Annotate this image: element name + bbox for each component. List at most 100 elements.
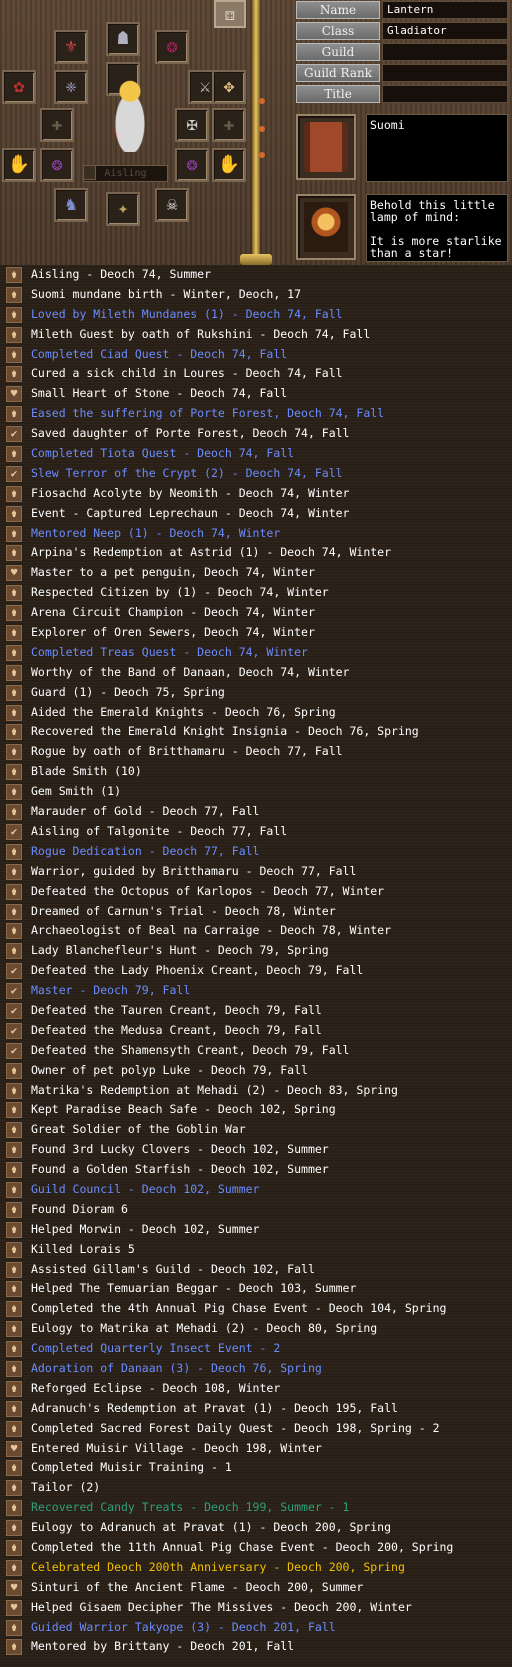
wings-left-slot[interactable]: ❈: [54, 70, 88, 104]
legend-row[interactable]: ⚱ Rogue by oath of Britthamaru - Deoch 77…: [0, 742, 512, 762]
legend-row[interactable]: ♥ Helped Gisaem Decipher The Missives - D…: [0, 1598, 512, 1618]
rose-slot[interactable]: ✿: [2, 70, 36, 104]
ring-left-slot[interactable]: ❂: [155, 30, 189, 64]
legend-row[interactable]: ⚱ Fiosachd Acolyte by Neomith - Deoch 74,…: [0, 484, 512, 504]
legend-row[interactable]: ⚱ Guild Council - Deoch 102, Summer: [0, 1180, 512, 1200]
top-right-button[interactable]: ⚃: [214, 0, 246, 28]
legend-row[interactable]: ⚱ Cured a sick child in Loures - Deoch 74…: [0, 364, 512, 384]
accessory-slot[interactable]: ☠: [155, 188, 189, 222]
helmet-slot[interactable]: ☗: [106, 22, 140, 56]
legend-row[interactable]: ♥ Master to a pet penguin, Deoch 74, Wint…: [0, 563, 512, 583]
legend-list[interactable]: ⚱ Aisling - Deoch 74, Summer ⚱ Suomi mundan…: [0, 265, 512, 1667]
legend-row[interactable]: ⚱ Marauder of Gold - Deoch 77, Fall: [0, 802, 512, 822]
legend-row[interactable]: ⚱ Mentored Neep (1) - Deoch 74, Winter: [0, 524, 512, 544]
legend-row[interactable]: ⚱ Eased the suffering of Porte Forest, De…: [0, 404, 512, 424]
legend-row[interactable]: ⚱ Blade Smith (10): [0, 762, 512, 782]
belt-slot[interactable]: ✦: [106, 192, 140, 226]
legend-row[interactable]: ⚱ Adoration of Danaan (3) - Deoch 76, Spr…: [0, 1359, 512, 1379]
legend-row[interactable]: ⚱ Celebrated Deoch 200th Anniversary - De…: [0, 1558, 512, 1578]
legend-row[interactable]: ♥ Entered Muisir Village - Deoch 198, Win…: [0, 1439, 512, 1459]
legend-row[interactable]: ⚱ Matrika's Redemption at Mehadi (2) - De…: [0, 1081, 512, 1101]
legend-row[interactable]: ⚱ Rogue Dedication - Deoch 77, Fall: [0, 842, 512, 862]
legend-row[interactable]: ⚱ Completed Quarterly Insect Event - 2: [0, 1339, 512, 1359]
legend-row[interactable]: ⚱ Warrior, guided by Britthamaru - Deoch …: [0, 862, 512, 882]
gauntlet-right-slot[interactable]: ✋: [212, 148, 246, 182]
legend-item-2-icon[interactable]: [296, 194, 356, 260]
legend-row[interactable]: ⚱ Great Soldier of the Goblin War: [0, 1120, 512, 1140]
legend-row[interactable]: ⚱ Aisling - Deoch 74, Summer: [0, 265, 512, 285]
legend-row[interactable]: ⚱ Arena Circuit Champion - Deoch 74, Wint…: [0, 603, 512, 623]
legend-row[interactable]: ⚱ Helped The Temuarian Beggar - Deoch 103…: [0, 1279, 512, 1299]
guild-row: Guild: [296, 43, 512, 63]
legend-row[interactable]: ⚱ Dreamed of Carnun's Trial - Deoch 78, W…: [0, 902, 512, 922]
legend-row[interactable]: ✔ Defeated the Medusa Creant, Deoch 79, F…: [0, 1021, 512, 1041]
legend-row[interactable]: ⚱ Explorer of Oren Sewers, Deoch 74, Wint…: [0, 623, 512, 643]
earring-left-slot[interactable]: ❂: [40, 148, 74, 182]
legend-row[interactable]: ⚱ Kept Paradise Beach Safe - Deoch 102, S…: [0, 1100, 512, 1120]
legend-row[interactable]: ♥ Small Heart of Stone - Deoch 74, Fall: [0, 384, 512, 404]
legend-row[interactable]: ⚱ Respected Citizen by (1) - Deoch 74, Wi…: [0, 583, 512, 603]
legend-row[interactable]: ⚱ Completed Ciad Quest - Deoch 74, Fall: [0, 345, 512, 365]
lantern-mark-icon: ⚱: [6, 1181, 22, 1198]
legend-row[interactable]: ⚱ Owner of pet polyp Luke - Deoch 79, Fal…: [0, 1061, 512, 1081]
legend-row[interactable]: ⚱ Lady Blanchefleur's Hunt - Deoch 79, Sp…: [0, 941, 512, 961]
legend-row[interactable]: ⚱ Guided Warrior Takyope (3) - Deoch 201,…: [0, 1618, 512, 1638]
legend-item-1-icon[interactable]: [296, 114, 356, 180]
legend-row[interactable]: ⚱ Worthy of the Band of Danaan, Deoch 74,…: [0, 663, 512, 683]
legend-row[interactable]: ⚱ Guard (1) - Deoch 75, Spring: [0, 683, 512, 703]
legend-row[interactable]: ⚱ Completed Muisir Training - 1: [0, 1458, 512, 1478]
legend-row[interactable]: ✔ Master - Deoch 79, Fall: [0, 981, 512, 1001]
legend-row[interactable]: ⚱ Mileth Guest by oath of Rukshini - Deoc…: [0, 325, 512, 345]
heart-mark-icon: ♥: [6, 1440, 22, 1457]
legend-row[interactable]: ⚱ Completed Tiota Quest - Deoch 74, Fall: [0, 444, 512, 464]
legend-row[interactable]: ⚱ Completed Treas Quest - Deoch 74, Winte…: [0, 643, 512, 663]
legend-row[interactable]: ✔ Slew Terror of the Crypt (2) - Deoch 74…: [0, 464, 512, 484]
legend-row[interactable]: ♥ Sinturi of the Ancient Flame - Deoch 20…: [0, 1578, 512, 1598]
legend-row[interactable]: ⚱ Found a Golden Starfish - Deoch 102, Su…: [0, 1160, 512, 1180]
legend-text: Guard (1) - Deoch 75, Spring: [31, 684, 225, 699]
legend-row[interactable]: ⚱ Reforged Eclipse - Deoch 108, Winter: [0, 1379, 512, 1399]
legend-row[interactable]: ⚱ Helped Morwin - Deoch 102, Summer: [0, 1220, 512, 1240]
legend-row[interactable]: ⚱ Assisted Gillam's Guild - Deoch 102, Fa…: [0, 1260, 512, 1280]
legend-row[interactable]: ⚱ Archaeologist of Beal na Carraige - Deo…: [0, 921, 512, 941]
legend-row[interactable]: ⚱ Mentored by Brittany - Deoch 201, Fall: [0, 1637, 512, 1657]
legend-row[interactable]: ⚱ Recovered Candy Treats - Deoch 199, Sum…: [0, 1498, 512, 1518]
legend-row[interactable]: ✔ Defeated the Lady Phoenix Creant, Deoch…: [0, 961, 512, 981]
legend-row[interactable]: ⚱ Adranuch's Redemption at Pravat (1) - D…: [0, 1399, 512, 1419]
armor-slot[interactable]: ✠: [175, 108, 209, 142]
legend-row[interactable]: ⚱ Recovered the Emerald Knight Insignia -…: [0, 722, 512, 742]
legend-row[interactable]: ⚱ Gem Smith (1): [0, 782, 512, 802]
legend-row[interactable]: ⚱ Completed Sacred Forest Daily Quest - D…: [0, 1419, 512, 1439]
legend-row[interactable]: ✔ Saved daughter of Porte Forest, Deoch 7…: [0, 424, 512, 444]
lantern-mark-icon: ⚱: [6, 1500, 22, 1517]
legend-row[interactable]: ⚱ Completed the 4th Annual Pig Chase Even…: [0, 1299, 512, 1319]
legend-row[interactable]: ⚱ Aided the Emerald Knights - Deoch 76, S…: [0, 703, 512, 723]
boots-slot[interactable]: ♞: [54, 188, 88, 222]
legend-row[interactable]: ⚱ Eulogy to Matrika at Mehadi (2) - Deoch…: [0, 1319, 512, 1339]
legend-row[interactable]: ✔ Defeated the Shamensyth Creant, Deoch 7…: [0, 1041, 512, 1061]
legend-text: Lady Blanchefleur's Hunt - Deoch 79, Spr…: [31, 943, 329, 958]
legend-row[interactable]: ⚱ Tailor (2): [0, 1478, 512, 1498]
name-tag-toggle[interactable]: [83, 165, 96, 180]
legend-row[interactable]: ⚱ Found 3rd Lucky Clovers - Deoch 102, Su…: [0, 1140, 512, 1160]
legend-row[interactable]: ⚱ Defeated the Octopus of Karlopos - Deoc…: [0, 882, 512, 902]
earring-right-slot[interactable]: ❂: [175, 148, 209, 182]
legend-row[interactable]: ⚱ Loved by Mileth Mundanes (1) - Deoch 74…: [0, 305, 512, 325]
legend-row[interactable]: ⚱ Killed Lorais 5: [0, 1240, 512, 1260]
legend-row[interactable]: ✔ Defeated the Tauren Creant, Deoch 79, F…: [0, 1001, 512, 1021]
legend-row[interactable]: ⚱ Eulogy to Adranuch at Pravat (1) - Deoc…: [0, 1518, 512, 1538]
legend-row[interactable]: ✔ Aisling of Talgonite - Deoch 77, Fall: [0, 822, 512, 842]
legend-text: Worthy of the Band of Danaan, Deoch 74, …: [31, 664, 350, 679]
amulet-slot[interactable]: ⚜: [54, 30, 88, 64]
empty-slot-2[interactable]: ✚: [212, 108, 246, 142]
dice-icon: ⚃: [225, 4, 235, 24]
legend-row[interactable]: ⚱ Suomi mundane birth - Winter, Deoch, 17: [0, 285, 512, 305]
legend-row[interactable]: ⚱ Found Dioram 6: [0, 1200, 512, 1220]
angel-slot[interactable]: ✥: [212, 70, 246, 104]
legend-row[interactable]: ⚱ Event - Captured Leprechaun - Deoch 74,…: [0, 504, 512, 524]
legend-row[interactable]: ⚱ Completed the 11th Annual Pig Chase Eve…: [0, 1538, 512, 1558]
legend-row[interactable]: ⚱ Arpina's Redemption at Astrid (1) - Deo…: [0, 543, 512, 563]
legend-text: Defeated the Lady Phoenix Creant, Deoch …: [31, 963, 364, 978]
gauntlet-left-slot[interactable]: ✋: [2, 148, 36, 182]
empty-slot-1[interactable]: ✚: [40, 108, 74, 142]
